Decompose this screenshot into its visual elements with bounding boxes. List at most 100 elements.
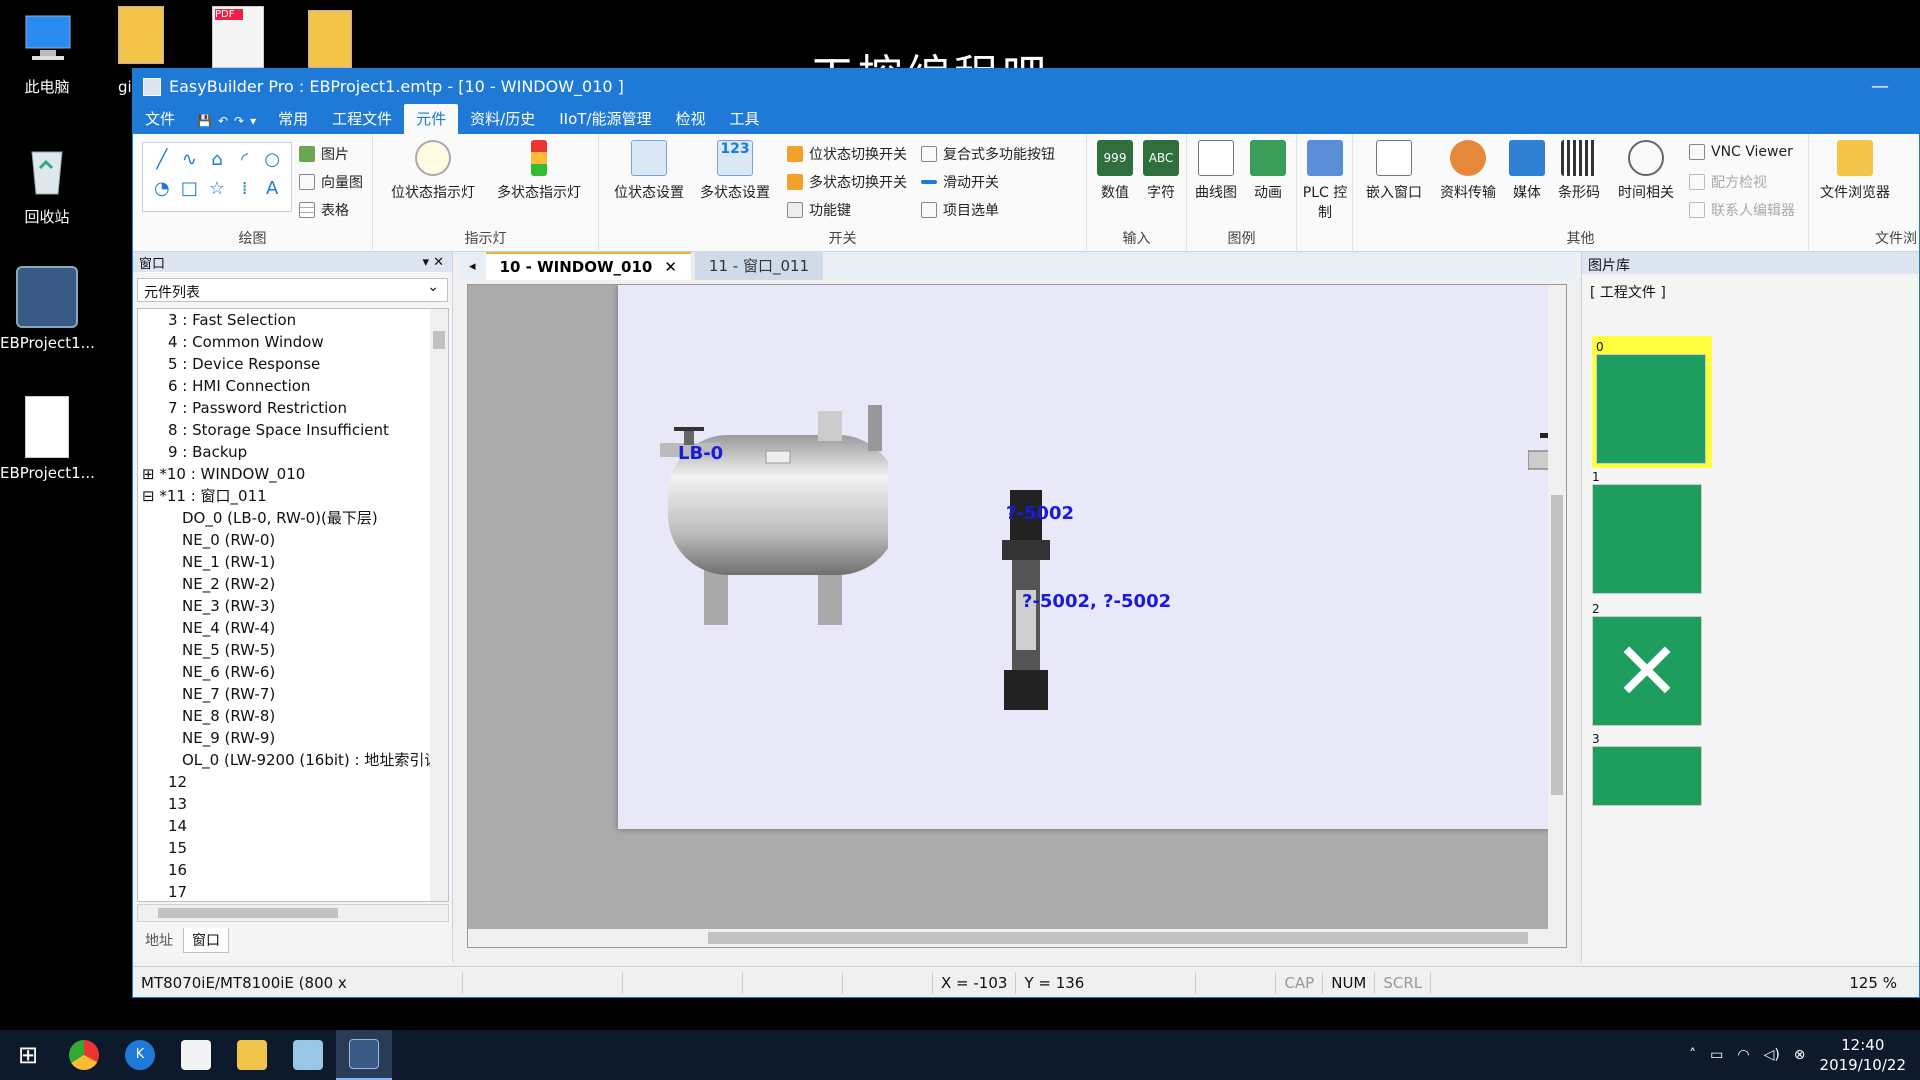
tree-node[interactable]: 12 [138, 771, 448, 793]
tree-node[interactable]: 9 : Backup [138, 441, 448, 463]
tree-node[interactable]: NE_4 (RW-4) [138, 617, 448, 639]
animation-button[interactable]: 动画 [1243, 140, 1293, 202]
line-icon[interactable]: ╱ [149, 149, 175, 176]
file-browser-button[interactable]: 文件浏览器 [1815, 140, 1895, 202]
tree-horizontal-scrollbar[interactable] [137, 904, 449, 922]
library-item[interactable]: 1 [1592, 470, 1712, 594]
menu-objects[interactable]: 元件 [404, 104, 459, 134]
desktop-icon-ebproject-file[interactable]: EBProject1... [0, 396, 95, 482]
tree-node[interactable]: NE_8 (RW-8) [138, 705, 448, 727]
taskbar-chrome[interactable] [56, 1030, 112, 1080]
tree-node-expanded[interactable]: ⊟ *11 : 窗口_011 [138, 485, 448, 507]
plc-control-button[interactable]: PLC 控制 [1301, 140, 1349, 222]
tree-node[interactable]: 5 : Device Response [138, 353, 448, 375]
tree-node[interactable]: 3 : Fast Selection [138, 309, 448, 331]
tree-node-expandable[interactable]: ⊞ *10 : WINDOW_010 [138, 463, 448, 485]
tree-node[interactable]: NE_9 (RW-9) [138, 727, 448, 749]
wifi-icon[interactable]: ◠ [1737, 1047, 1749, 1063]
tree-node[interactable]: NE_2 (RW-2) [138, 573, 448, 595]
collapse-icon[interactable]: ⊟ [142, 487, 159, 505]
table-button[interactable]: 表格 [299, 200, 349, 220]
library-combo[interactable]: [ 工程文件 ] [1586, 280, 1917, 302]
menu-file[interactable]: 文件 [133, 104, 187, 134]
pin-icon[interactable]: ▾ ✕ [422, 255, 444, 270]
zoom-level[interactable]: 125 % [1841, 972, 1919, 994]
taskbar-k-app[interactable]: K [112, 1030, 168, 1080]
tab-address[interactable]: 地址 [137, 928, 181, 953]
scale-icon[interactable]: ⁞ [232, 178, 258, 205]
tree-node[interactable]: NE_0 (RW-0) [138, 529, 448, 551]
scrollbar-thumb[interactable] [1551, 495, 1563, 795]
tree-node[interactable]: NE_6 (RW-6) [138, 661, 448, 683]
object-list-combo[interactable]: 元件列表 [137, 278, 448, 302]
tree-node[interactable]: 14 [138, 815, 448, 837]
tree-node[interactable]: 8 : Storage Space Insufficient [138, 419, 448, 441]
menu-iiot[interactable]: IIoT/能源管理 [547, 104, 663, 134]
folder-icon[interactable] [308, 10, 352, 68]
close-icon[interactable]: ✕ [664, 258, 677, 276]
vnc-viewer-button[interactable]: VNC Viewer [1689, 144, 1793, 160]
save-icon[interactable]: 💾 [197, 114, 212, 128]
desktop-icon-ebproject-shortcut[interactable]: EBProject1... [0, 266, 95, 352]
minimize-button[interactable]: — [1871, 76, 1889, 97]
barcode-button[interactable]: 条形码 [1551, 140, 1607, 202]
expand-icon[interactable]: ⊞ [142, 465, 159, 483]
tree-node[interactable]: 6 : HMI Connection [138, 375, 448, 397]
menu-common[interactable]: 常用 [266, 104, 320, 134]
vector-button[interactable]: 向量图 [299, 172, 363, 192]
chevron-down-icon[interactable]: ▾ [250, 114, 256, 128]
tree-node[interactable]: 16 [138, 859, 448, 881]
tree-node[interactable]: 4 : Common Window [138, 331, 448, 353]
time-button[interactable]: 时间相关 [1611, 140, 1681, 202]
tree-node[interactable]: 7 : Password Restriction [138, 397, 448, 419]
polyline-icon[interactable]: ∿ [177, 149, 203, 176]
tree-node[interactable]: 13 [138, 793, 448, 815]
rectangle-icon[interactable]: □ [177, 178, 203, 205]
canvas-vertical-scrollbar[interactable] [1548, 285, 1566, 931]
tree-node[interactable]: NE_1 (RW-1) [138, 551, 448, 573]
battery-icon[interactable]: ▭ [1710, 1047, 1723, 1063]
taskbar-easybuilder[interactable] [336, 1030, 392, 1080]
tab-scroll-left-icon[interactable]: ◂ [469, 259, 482, 280]
undo-icon[interactable]: ↶ [218, 114, 228, 128]
volume-icon[interactable]: ◁) [1764, 1047, 1780, 1063]
recipe-view-button[interactable]: 配方检视 [1689, 172, 1767, 192]
media-button[interactable]: 媒体 [1505, 140, 1549, 202]
arc-icon[interactable]: ◜ [232, 149, 258, 176]
tree-node[interactable]: NE_5 (RW-5) [138, 639, 448, 661]
taskbar-app[interactable] [168, 1030, 224, 1080]
chevron-up-icon[interactable]: ˄ [1689, 1047, 1696, 1063]
picture-button[interactable]: 图片 [299, 144, 349, 164]
pie-icon[interactable]: ◔ [149, 178, 175, 205]
tree-node[interactable]: 15 [138, 837, 448, 859]
star-icon[interactable]: ☆ [204, 178, 230, 205]
library-item[interactable]: 2 ✕ [1592, 602, 1712, 726]
item-select-button[interactable]: 项目选单 [921, 200, 999, 220]
menu-project[interactable]: 工程文件 [320, 104, 404, 134]
multi-toggle-button[interactable]: 多状态切换开关 [787, 172, 907, 192]
contact-editor-button[interactable]: 联系人编辑器 [1689, 200, 1795, 220]
taskbar-app-2[interactable] [280, 1030, 336, 1080]
tree-node[interactable]: 17 [138, 881, 448, 901]
design-canvas[interactable]: LB-0 ?-5002 ?-5002, ?-5002 [618, 285, 1566, 829]
multi-set-button[interactable]: 123 多状态设置 [693, 140, 777, 202]
text-icon[interactable]: A [259, 178, 285, 205]
tree-node[interactable]: OL_0 (LW-9200 (16bit) : 地址索引读 [138, 749, 448, 771]
taskbar-file-explorer[interactable] [224, 1030, 280, 1080]
connector-icon[interactable]: ⌂ [204, 149, 230, 176]
library-item[interactable]: 0 [1592, 336, 1712, 468]
tree-vertical-scrollbar[interactable] [430, 309, 448, 901]
circle-icon[interactable]: ○ [259, 149, 285, 176]
function-key-button[interactable]: 功能键 [787, 200, 851, 220]
tree-node[interactable]: NE_3 (RW-3) [138, 595, 448, 617]
scrollbar-thumb[interactable] [708, 932, 1528, 944]
redo-icon[interactable]: ↷ [234, 114, 244, 128]
folder-icon[interactable] [118, 6, 164, 64]
menu-view[interactable]: 检视 [663, 104, 717, 134]
menu-tools[interactable]: 工具 [718, 104, 772, 134]
embed-window-button[interactable]: 嵌入窗口 [1359, 140, 1429, 202]
desktop-icon-this-pc[interactable]: 此电脑 [0, 8, 94, 97]
combo-button[interactable]: 复合式多功能按钮 [921, 144, 1055, 164]
tab-window[interactable]: 窗口 [183, 928, 229, 953]
scrollbar-thumb[interactable] [158, 908, 338, 918]
